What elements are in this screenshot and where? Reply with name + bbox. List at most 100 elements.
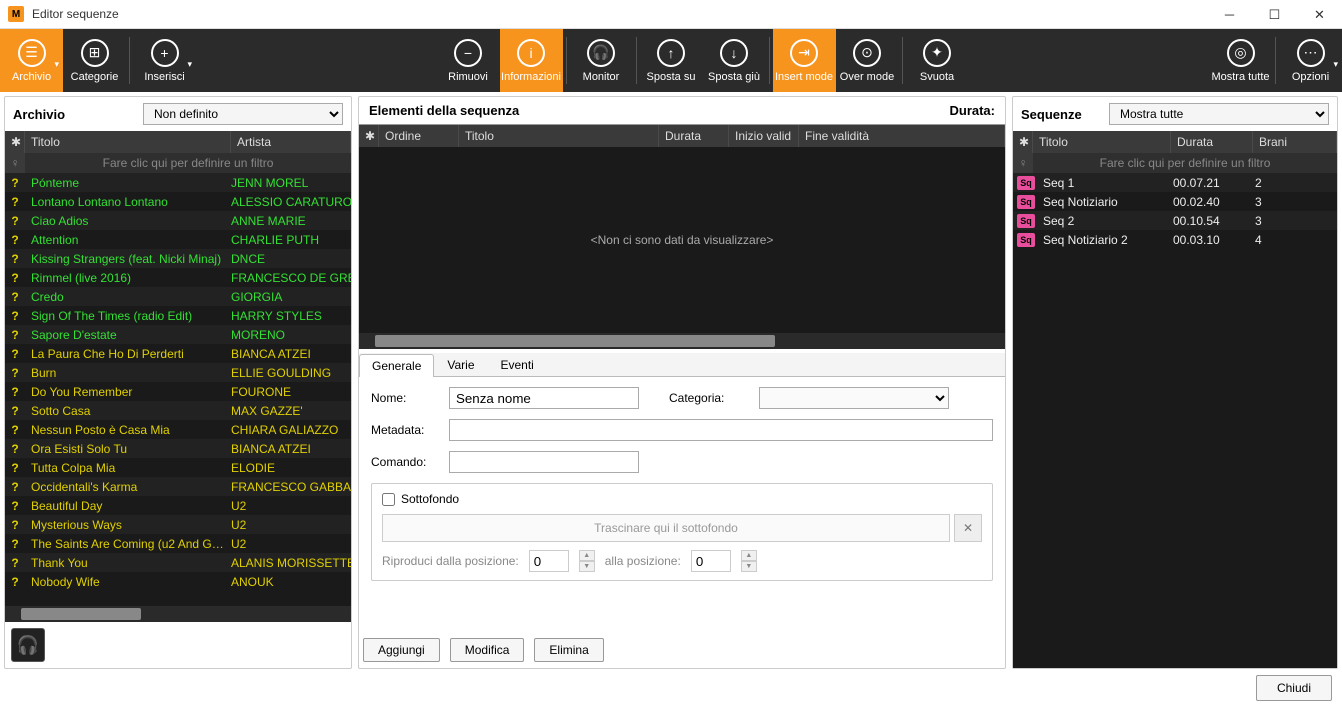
- sequenze-panel: Sequenze Mostra tutte ✱ Titolo Durata Br…: [1012, 96, 1338, 669]
- track-row[interactable]: ?The Saints Are Coming (u2 And Gre...U2: [5, 534, 351, 553]
- comando-field[interactable]: [449, 451, 639, 473]
- track-row[interactable]: ?Sign Of The Times (radio Edit)HARRY STY…: [5, 306, 351, 325]
- track-row[interactable]: ?Beautiful DayU2: [5, 496, 351, 515]
- close-button[interactable]: ✕: [1297, 0, 1342, 29]
- sequence-row[interactable]: SqSeq 100.07.212: [1013, 173, 1337, 192]
- col-titolo[interactable]: Titolo: [25, 131, 231, 153]
- track-artist: ALANIS MORISSETTE: [225, 556, 351, 570]
- categorie-button[interactable]: ⊞ Categorie: [63, 29, 126, 92]
- informazioni-button[interactable]: i Informazioni: [500, 29, 563, 92]
- sequence-row[interactable]: SqSeq Notiziario00.02.403: [1013, 192, 1337, 211]
- col-fine[interactable]: Fine validità: [799, 125, 1005, 147]
- track-row[interactable]: ?Ciao AdiosANNE MARIE: [5, 211, 351, 230]
- over-mode-button[interactable]: ⊙ Over mode: [836, 29, 899, 92]
- sequenze-dropdown[interactable]: Mostra tutte: [1109, 103, 1329, 125]
- track-list[interactable]: ?PóntemeJENN MOREL?Lontano Lontano Lonta…: [5, 173, 351, 606]
- col-brani[interactable]: Brani: [1253, 131, 1337, 153]
- archivio-filter-row[interactable]: ♀ Fare clic qui per definire un filtro: [5, 153, 351, 173]
- tab-varie[interactable]: Varie: [434, 353, 487, 376]
- svuota-button[interactable]: ✦ Svuota: [906, 29, 969, 92]
- preview-headphone-button[interactable]: 🎧: [11, 628, 45, 662]
- h-scrollbar[interactable]: [5, 606, 351, 622]
- col-titolo[interactable]: Titolo: [459, 125, 659, 147]
- archivio-button[interactable]: ☰ Archivio ▾: [0, 29, 63, 92]
- sposta-su-button[interactable]: ↑ Sposta su: [640, 29, 703, 92]
- col-titolo[interactable]: Titolo: [1033, 131, 1171, 153]
- track-row[interactable]: ?Thank YouALANIS MORISSETTE: [5, 553, 351, 572]
- tab-generale[interactable]: Generale: [359, 354, 434, 377]
- track-row[interactable]: ?AttentionCHARLIE PUTH: [5, 230, 351, 249]
- track-row[interactable]: ?Mysterious WaysU2: [5, 515, 351, 534]
- opzioni-button[interactable]: ⋯ Opzioni ▾: [1279, 29, 1342, 92]
- spin-up-icon[interactable]: ▲: [741, 550, 757, 561]
- insert-icon: ⇥: [790, 39, 818, 67]
- track-row[interactable]: ?Sotto CasaMAX GAZZE': [5, 401, 351, 420]
- seq-durata: 00.02.40: [1173, 195, 1255, 209]
- track-artist: ELLIE GOULDING: [225, 366, 351, 380]
- pos-to-field[interactable]: [691, 550, 731, 572]
- col-durata[interactable]: Durata: [659, 125, 729, 147]
- track-title: Thank You: [25, 556, 225, 570]
- sequence-row[interactable]: SqSeq 200.10.543: [1013, 211, 1337, 230]
- maximize-button[interactable]: ☐: [1252, 0, 1297, 29]
- separator: [129, 37, 130, 84]
- inserisci-button[interactable]: + Inserisci ▾: [133, 29, 196, 92]
- categoria-label: Categoria:: [669, 391, 759, 405]
- track-artist: U2: [225, 537, 351, 551]
- tab-eventi[interactable]: Eventi: [488, 353, 547, 376]
- nome-field[interactable]: [449, 387, 639, 409]
- sottofondo-checkbox[interactable]: [382, 493, 395, 506]
- chiudi-button[interactable]: Chiudi: [1256, 675, 1332, 701]
- window-title: Editor sequenze: [32, 7, 1207, 21]
- track-row[interactable]: ?Sapore D'estateMORENO: [5, 325, 351, 344]
- track-row[interactable]: ?CredoGIORGIA: [5, 287, 351, 306]
- track-row[interactable]: ?Occidentali's KarmaFRANCESCO GABBANI: [5, 477, 351, 496]
- insert-mode-button[interactable]: ⇥ Insert mode: [773, 29, 836, 92]
- col-durata[interactable]: Durata: [1171, 131, 1253, 153]
- track-row[interactable]: ?La Paura Che Ho Di PerdertiBIANCA ATZEI: [5, 344, 351, 363]
- track-row[interactable]: ?Do You RememberFOURONE: [5, 382, 351, 401]
- h-scrollbar[interactable]: [359, 333, 1005, 349]
- pos-from-field[interactable]: [529, 550, 569, 572]
- track-row[interactable]: ?Ora Esisti Solo TuBIANCA ATZEI: [5, 439, 351, 458]
- sequence-row[interactable]: SqSeq Notiziario 200.03.104: [1013, 230, 1337, 249]
- spin-up-icon[interactable]: ▲: [579, 550, 595, 561]
- aggiungi-button[interactable]: Aggiungi: [363, 638, 440, 662]
- track-row[interactable]: ?Tutta Colpa MiaELODIE: [5, 458, 351, 477]
- sposta-giu-button[interactable]: ↓ Sposta giù: [703, 29, 766, 92]
- sequence-list[interactable]: SqSeq 100.07.212SqSeq Notiziario00.02.40…: [1013, 173, 1337, 668]
- rimuovi-button[interactable]: − Rimuovi: [437, 29, 500, 92]
- categoria-dropdown[interactable]: [759, 387, 949, 409]
- spin-down-icon[interactable]: ▼: [741, 561, 757, 572]
- track-row[interactable]: ?Rimmel (live 2016)FRANCESCO DE GREGORI: [5, 268, 351, 287]
- track-row[interactable]: ?Kissing Strangers (feat. Nicki Minaj)DN…: [5, 249, 351, 268]
- alla-label: alla posizione:: [605, 554, 681, 568]
- col-inizio[interactable]: Inizio valid: [729, 125, 799, 147]
- metadata-field[interactable]: [449, 419, 993, 441]
- insert-mode-label: Insert mode: [775, 71, 833, 83]
- modifica-button[interactable]: Modifica: [450, 638, 525, 662]
- mostra-tutte-button[interactable]: ◎ Mostra tutte: [1209, 29, 1272, 92]
- monitor-button[interactable]: 🎧 Monitor: [570, 29, 633, 92]
- seq-durata: 00.07.21: [1173, 176, 1255, 190]
- eye-icon: ◎: [1227, 39, 1255, 67]
- track-row[interactable]: ?Lontano Lontano LontanoALESSIO CARATURO: [5, 192, 351, 211]
- track-row[interactable]: ?Nobody WifeANOUK: [5, 572, 351, 591]
- track-artist: FRANCESCO GABBANI: [225, 480, 351, 494]
- sottofondo-dropzone[interactable]: Trascinare qui il sottofondo: [382, 514, 950, 542]
- archivio-dropdown[interactable]: Non definito: [143, 103, 343, 125]
- track-row[interactable]: ?PóntemeJENN MOREL: [5, 173, 351, 192]
- spin-down-icon[interactable]: ▼: [579, 561, 595, 572]
- track-row[interactable]: ?Nessun Posto è Casa MiaCHIARA GALIAZZO: [5, 420, 351, 439]
- col-ordine[interactable]: Ordine: [379, 125, 459, 147]
- elimina-button[interactable]: Elimina: [534, 638, 603, 662]
- question-icon: ?: [5, 347, 25, 361]
- sq-icon: Sq: [1017, 195, 1035, 209]
- sequenze-filter-row[interactable]: ♀ Fare clic qui per definire un filtro: [1013, 153, 1337, 173]
- track-title: Credo: [25, 290, 225, 304]
- track-row[interactable]: ?BurnELLIE GOULDING: [5, 363, 351, 382]
- col-artista[interactable]: Artista: [231, 131, 351, 153]
- minimize-button[interactable]: ─: [1207, 0, 1252, 29]
- clear-sottofondo-button[interactable]: ✕: [954, 514, 982, 542]
- question-icon: ?: [5, 214, 25, 228]
